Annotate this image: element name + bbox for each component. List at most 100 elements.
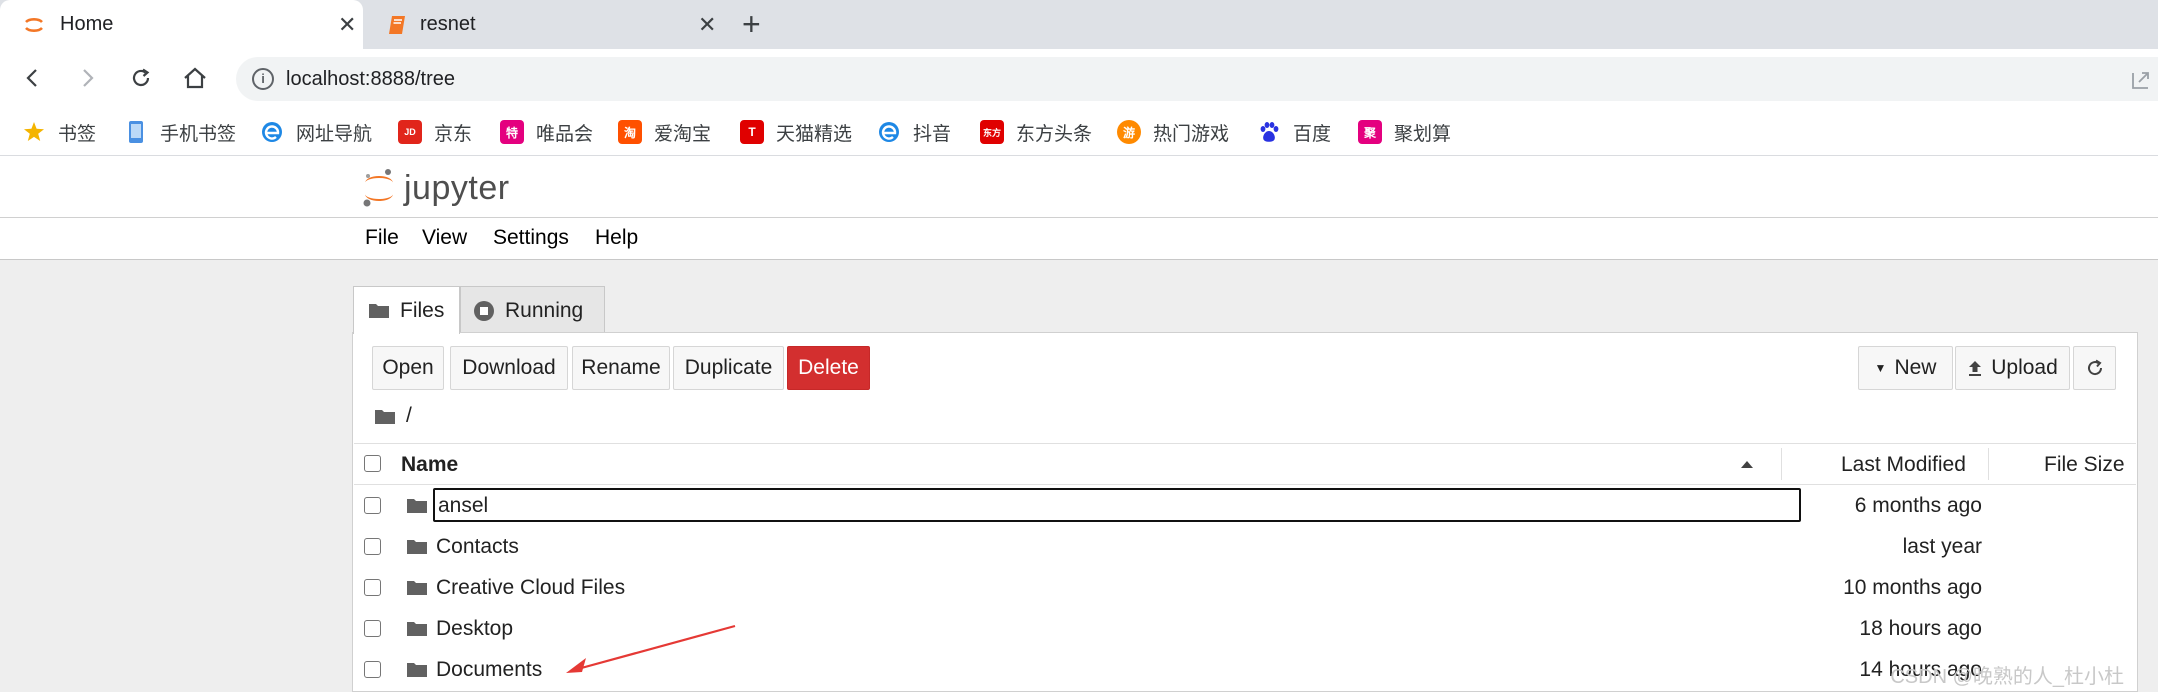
bookmarks-bar: 书签 手机书签 网址导航 JD 京东特唯品会淘爱淘宝 T 天猫精选 抖音 东方 东方头条游热门游戏… (0, 108, 2158, 156)
browser-tab-resnet[interactable]: resnet ✕ (363, 0, 726, 49)
file-name[interactable]: Desktop (436, 617, 513, 641)
browser-toolbar: i localhost:8888/tree (0, 49, 2158, 108)
upload-button[interactable]: Upload (1955, 346, 2070, 390)
rename-input[interactable] (433, 488, 1801, 522)
bookmark-label: 爱淘宝 (654, 123, 712, 145)
menu-help[interactable]: Help (595, 226, 638, 250)
bookmark-item[interactable]: 聚聚划算 (1358, 118, 1451, 146)
bookmark-item[interactable]: 抖音 (877, 118, 951, 146)
bookmark-item[interactable]: 东方 东方头条 (980, 118, 1092, 146)
sort-ascending-icon[interactable] (1740, 460, 1754, 469)
rename-button[interactable]: Rename (572, 346, 670, 390)
bookmark-label: 百度 (1293, 123, 1332, 145)
bookmark-label: 唯品会 (536, 123, 594, 145)
upload-button-label: Upload (1991, 356, 2058, 379)
bookmark-label: 聚划算 (1394, 123, 1452, 145)
home-button[interactable] (178, 61, 212, 95)
caret-down-icon: ▼ (1874, 361, 1887, 375)
menu-file[interactable]: File (365, 226, 399, 250)
address-bar[interactable]: i localhost:8888/tree (236, 57, 2158, 101)
bookmark-label: 东方头条 (1016, 123, 1093, 145)
bookmark-label: 抖音 (913, 123, 952, 145)
bookmark-item[interactable]: T 天猫精选 (740, 118, 852, 146)
file-name[interactable]: Contacts (436, 535, 519, 559)
duplicate-button[interactable]: Duplicate (673, 346, 784, 390)
new-tab-icon[interactable]: + (742, 6, 761, 43)
info-icon[interactable]: i (252, 68, 274, 90)
tab-files[interactable]: Files (353, 286, 460, 334)
menu-view[interactable]: View (422, 226, 467, 250)
baidu-paw-icon (1257, 120, 1281, 144)
bookmark-item[interactable]: 游热门游戏 (1117, 118, 1229, 146)
delete-button[interactable]: Delete (787, 346, 870, 390)
bookmark-label: 书签 (58, 123, 97, 145)
folder-icon (369, 304, 389, 318)
bookmark-item[interactable]: 网址导航 (260, 118, 372, 146)
upload-icon (1969, 361, 1982, 376)
breadcrumb-root[interactable]: / (406, 404, 412, 428)
tab-running-label: Running (505, 298, 584, 322)
browser-e-icon (260, 120, 284, 144)
file-name[interactable]: ansel (438, 494, 488, 518)
open-button[interactable]: Open (372, 346, 444, 390)
arrow-right-icon (83, 69, 94, 87)
download-button[interactable]: Download (450, 346, 568, 390)
file-name[interactable]: Documents (436, 658, 542, 682)
tmall-icon: T (740, 120, 764, 144)
column-divider[interactable] (1781, 448, 1782, 480)
folder-icon (407, 622, 427, 636)
tab-running[interactable]: Running (460, 286, 605, 334)
taobao-icon: 淘 (618, 120, 642, 144)
refresh-button[interactable] (2073, 346, 2116, 390)
select-all-checkbox[interactable] (364, 455, 381, 472)
folder-icon (407, 540, 427, 554)
folder-icon (407, 499, 427, 513)
bookmark-item[interactable]: JD 京东 (398, 118, 472, 146)
forward-button[interactable] (70, 61, 104, 95)
browser-e-icon (877, 120, 901, 144)
column-last-modified[interactable]: Last Modified (1841, 453, 1966, 477)
file-row[interactable]: ansel 6 months ago (354, 485, 2136, 526)
jupyter-header: jupyter File View Settings Help (0, 156, 2158, 260)
file-row[interactable]: Creative Cloud Files 10 months ago (354, 567, 2136, 608)
header-divider (0, 217, 2158, 218)
row-checkbox[interactable] (364, 497, 381, 514)
back-button[interactable] (16, 61, 50, 95)
column-name[interactable]: Name (401, 453, 458, 477)
close-tab-icon[interactable]: ✕ (338, 12, 356, 38)
bookmark-item[interactable]: 手机书签 (124, 118, 236, 146)
arrow-head (566, 658, 586, 673)
bookmark-item[interactable]: 百度 (1257, 118, 1331, 146)
browser-tab-home[interactable]: Home ✕ (0, 0, 363, 49)
browser-tab-strip: Home ✕ resnet ✕ + (0, 0, 2158, 49)
file-modified: 18 hours ago (1859, 617, 1982, 640)
jupyter-wordmark: jupyter (404, 168, 510, 207)
notebook-favicon-icon (389, 16, 405, 34)
folder-icon (407, 581, 427, 595)
share-icon[interactable] (2130, 69, 2152, 91)
close-tab-icon[interactable]: ✕ (698, 12, 716, 38)
bookmark-item[interactable]: 书签 (22, 118, 96, 146)
new-button[interactable]: ▼ New (1858, 346, 1953, 390)
row-checkbox[interactable] (364, 579, 381, 596)
file-list-header: Name Last Modified File Size (354, 443, 2136, 485)
column-divider[interactable] (1988, 448, 1989, 480)
url-text[interactable]: localhost:8888/tree (286, 68, 455, 91)
bookmark-item[interactable]: 淘爱淘宝 (618, 118, 711, 146)
column-file-size[interactable]: File Size (2044, 453, 2125, 477)
jd-icon: JD (398, 120, 422, 144)
row-checkbox[interactable] (364, 661, 381, 678)
file-modified: 6 months ago (1854, 494, 1982, 517)
file-name[interactable]: Creative Cloud Files (436, 576, 625, 600)
reload-button[interactable] (124, 61, 158, 95)
folder-home-icon[interactable] (374, 408, 396, 425)
menu-settings[interactable]: Settings (493, 226, 569, 250)
star-icon (22, 120, 46, 144)
bookmark-label: 天猫精选 (776, 123, 853, 145)
bookmark-item[interactable]: 特唯品会 (500, 118, 593, 146)
browser-tab-title: Home (60, 13, 114, 35)
file-row[interactable]: Contacts last year (354, 526, 2136, 567)
row-checkbox[interactable] (364, 620, 381, 637)
row-checkbox[interactable] (364, 538, 381, 555)
jupyter-logo[interactable]: jupyter (362, 166, 510, 210)
